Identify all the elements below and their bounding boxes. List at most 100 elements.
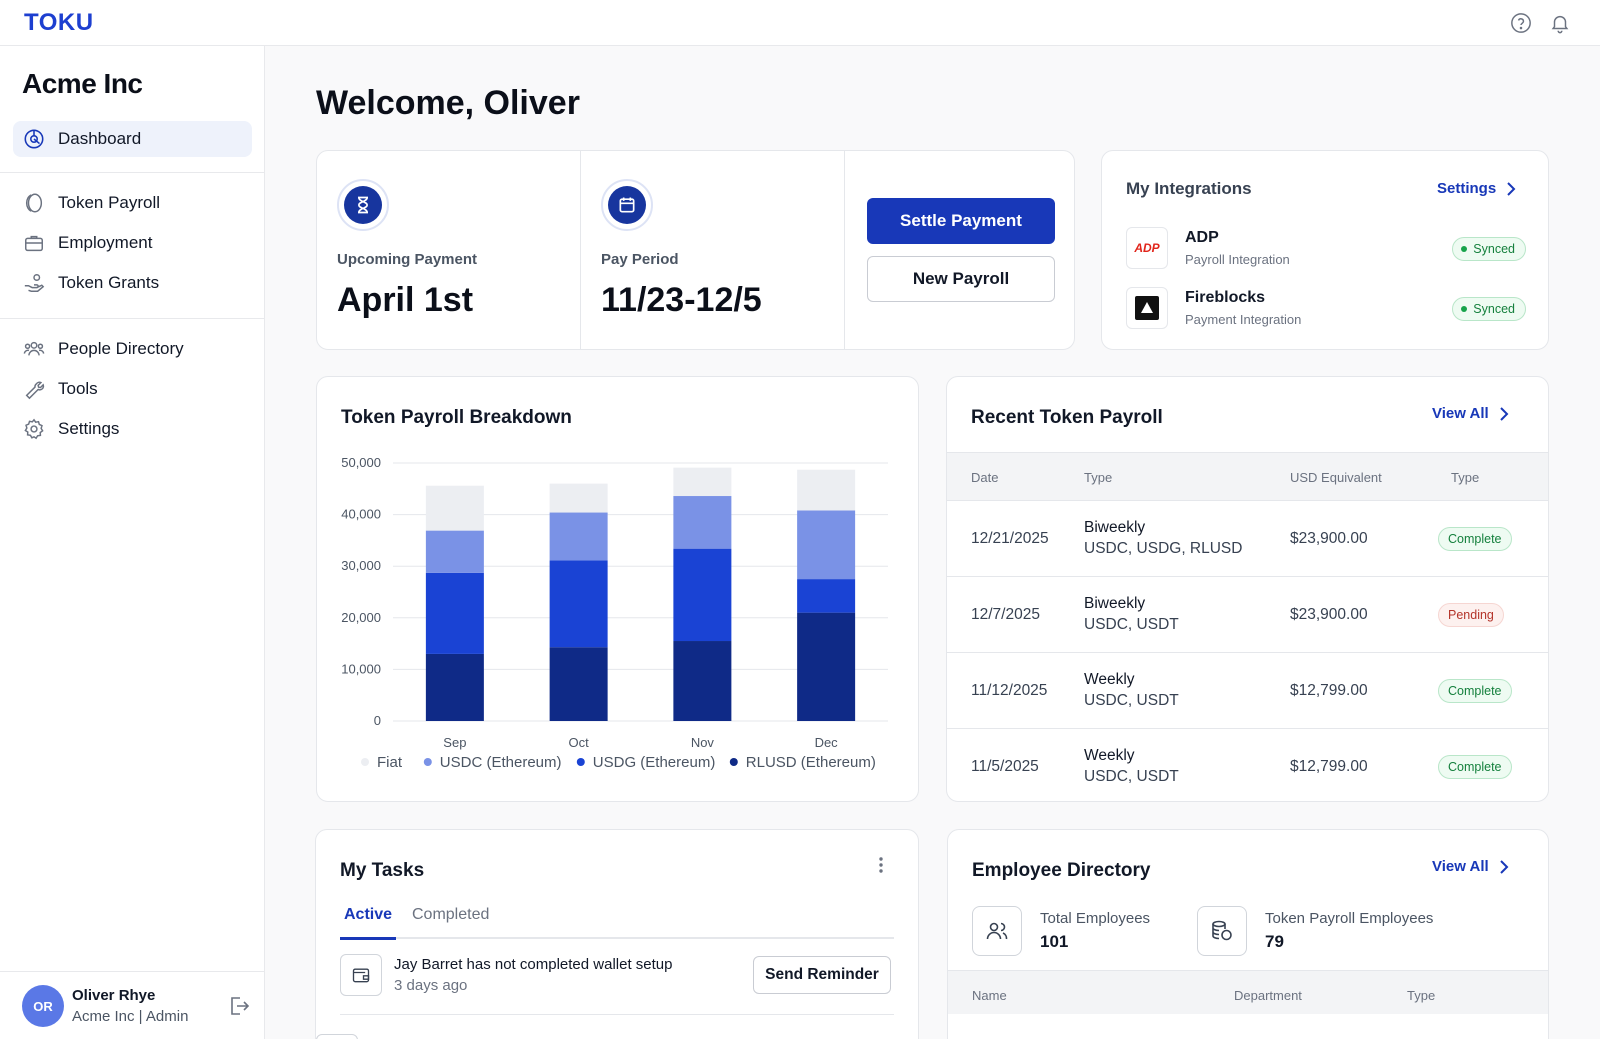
payroll-breakdown-chart: 0 10,000 20,000 30,000 40,000 50,000 Sep Oct Nov…	[341, 455, 888, 771]
bell-icon[interactable]	[1549, 12, 1571, 34]
send-reminder-button[interactable]: Send Reminder	[753, 956, 891, 994]
integration-name: Fireblocks	[1185, 289, 1266, 306]
integration-row-adp[interactable]: ADP ADP Payroll Integration Synced	[1126, 227, 1526, 271]
settle-payment-button[interactable]: Settle Payment	[867, 198, 1055, 244]
page-title: Welcome, Oliver	[316, 84, 580, 122]
list-item[interactable]: Jay Barret has not completed wallet setu…	[340, 830, 894, 996]
upcoming-payment-label: Upcoming Payment	[337, 251, 478, 268]
upcoming-payment-value: April 1st	[337, 281, 474, 319]
tab-active[interactable]: Active	[344, 906, 392, 924]
bar-segment	[673, 548, 732, 642]
cell-type: Biweekly	[1084, 595, 1146, 612]
table-row[interactable]: 12/21/2025 Biweekly USDC, USDG, RLUSD $2…	[947, 500, 1548, 576]
toku-logo[interactable]: TOKU	[24, 9, 94, 37]
pay-period-value: 11/23-12/5	[601, 281, 762, 319]
total-employees-label: Total Employees	[1040, 910, 1151, 927]
nav-divider	[0, 318, 264, 319]
sidebar-item-employment[interactable]: Employment	[13, 225, 252, 261]
table-row[interactable]: 11/12/2025 Weekly USDC, USDT $12,799.00 …	[947, 652, 1548, 728]
coin-icon	[25, 193, 43, 213]
column-header-status[interactable]: Type	[1451, 470, 1479, 485]
users-icon	[972, 906, 1022, 956]
my-tasks-card: My Tasks Active Completed Jay Barret has…	[315, 829, 919, 1039]
chevron-right-icon	[1499, 406, 1509, 421]
column-header-type[interactable]: Type	[1084, 470, 1112, 485]
wallet-icon	[316, 1034, 358, 1039]
sidebar-item-dashboard[interactable]: Dashboard	[13, 121, 252, 157]
payment-summary-card: Upcoming Payment April 1st Pay Period 11…	[316, 150, 1075, 350]
recent-view-all-link[interactable]: View All	[1432, 405, 1509, 422]
bar-segment	[673, 641, 732, 721]
sidebar-item-people-directory[interactable]: People Directory	[13, 331, 252, 367]
sidebar-item-label: Employment	[58, 233, 153, 252]
sidebar-item-token-grants[interactable]: Token Grants	[13, 265, 252, 301]
nav-divider	[0, 172, 264, 173]
sidebar-item-label: Token Payroll	[58, 193, 161, 212]
token-payroll-employees-label: Token Payroll Employees	[1265, 910, 1434, 927]
integrations-settings-link[interactable]: Settings	[1437, 180, 1516, 197]
bar-segment	[797, 510, 856, 580]
employees-view-all-link[interactable]: View All	[1432, 858, 1509, 875]
briefcase-icon	[25, 235, 43, 252]
tab-completed[interactable]: Completed	[412, 906, 489, 924]
help-icon[interactable]	[1510, 12, 1532, 34]
table-row[interactable]: 11/5/2025 Weekly USDC, USDT $12,799.00 C…	[947, 728, 1548, 801]
column-header-usd[interactable]: USD Equivalent	[1290, 470, 1382, 485]
legend-swatch	[361, 758, 369, 766]
avatar: OR	[22, 985, 64, 1027]
integration-sub: Payment Integration	[1185, 312, 1302, 327]
legend-swatch	[423, 758, 432, 766]
cell-date: 11/5/2025	[971, 758, 1039, 775]
employee-directory-card: Employee Directory View All Total Employ…	[947, 829, 1549, 1039]
column-header-date[interactable]: Date	[971, 470, 998, 485]
token-payroll-employees-value: 79	[1265, 932, 1284, 951]
fireblocks-logo-icon	[1126, 287, 1168, 329]
sidebar-item-label: Settings	[58, 419, 120, 438]
integrations-title: My Integrations	[1126, 179, 1252, 198]
sidebar-item-token-payroll[interactable]: Token Payroll	[13, 185, 252, 221]
sidebar-item-label: Token Grants	[58, 273, 160, 292]
chevron-right-icon	[1507, 181, 1516, 196]
status-badge: Synced	[1452, 297, 1526, 321]
bar-segment	[425, 572, 484, 654]
coins-icon	[1197, 906, 1247, 956]
active-tab-indicator	[340, 937, 396, 940]
x-tick-label: Nov	[691, 735, 715, 750]
y-tick-label: 20,000	[341, 610, 381, 625]
bar-segment	[549, 647, 608, 721]
logout-icon[interactable]	[227, 994, 251, 1018]
upcoming-payment-section: Upcoming Payment April 1st	[317, 151, 581, 349]
people-icon	[23, 341, 45, 356]
bar-segment	[549, 560, 608, 648]
adp-logo: ADP	[1126, 227, 1168, 269]
column-header-type[interactable]: Type	[1407, 988, 1435, 1003]
calendar-icon	[601, 179, 653, 231]
new-payroll-button[interactable]: New Payroll	[867, 256, 1055, 302]
column-header-name[interactable]: Name	[972, 988, 1007, 1003]
bar-segment	[549, 483, 608, 513]
sidebar-item-tools[interactable]: Tools	[13, 371, 252, 407]
y-tick-label: 30,000	[341, 558, 381, 573]
bar-segment	[549, 512, 608, 561]
user-profile[interactable]: OR Oliver Rhye Acme Inc | Admin	[0, 971, 264, 1039]
column-header-department[interactable]: Department	[1234, 988, 1302, 1003]
cell-type: Weekly	[1084, 671, 1135, 688]
x-tick-label: Sep	[443, 735, 466, 750]
x-tick-label: Oct	[569, 735, 590, 750]
legend-swatch	[576, 758, 585, 766]
bar-segment	[673, 496, 732, 549]
tab-divider	[340, 937, 894, 939]
cell-usd: $23,900.00	[1290, 530, 1368, 547]
cell-date: 12/21/2025	[971, 530, 1049, 547]
org-name: Acme Inc	[22, 68, 143, 99]
task-text: Jay Barret has not completed wallet setu…	[394, 956, 673, 973]
list-divider	[340, 1014, 894, 1015]
wrench-icon	[25, 381, 45, 400]
sidebar-item-settings[interactable]: Settings	[13, 411, 252, 447]
user-role: Acme Inc | Admin	[72, 1008, 189, 1025]
cell-usd: $12,799.00	[1290, 758, 1368, 775]
hourglass-icon	[337, 179, 389, 231]
bar-segment	[425, 530, 484, 573]
integration-row-fireblocks[interactable]: Fireblocks Payment Integration Synced	[1126, 287, 1526, 331]
table-row[interactable]: 12/7/2025 Biweekly USDC, USDT $23,900.00…	[947, 576, 1548, 652]
